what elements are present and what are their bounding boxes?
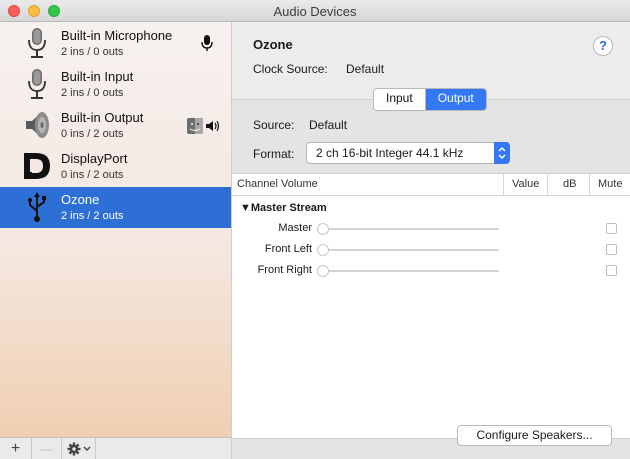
volume-slider-knob[interactable] <box>317 223 329 235</box>
device-name: Built-in Output <box>61 110 144 125</box>
finder-speaker-badge-icon <box>187 118 220 134</box>
device-list-toolbar: + — <box>0 437 232 459</box>
title-bar: Audio Devices <box>0 0 630 22</box>
device-channels: 2 ins / 0 outs <box>61 87 124 99</box>
column-db: dB <box>563 178 577 190</box>
window-title: Audio Devices <box>273 4 357 19</box>
clock-source-label: Clock Source: <box>253 62 328 76</box>
tab-input[interactable]: Input <box>374 89 426 110</box>
device-name: DisplayPort <box>61 151 128 166</box>
channel-label: Master <box>278 222 312 234</box>
device-item-displayport[interactable]: DisplayPort 0 ins / 2 outs <box>0 146 231 187</box>
format-popup[interactable]: 2 ch 16-bit Integer 44.1 kHz <box>306 142 510 164</box>
audio-devices-window: Audio Devices Built-in Microphone 2 ins … <box>0 0 630 459</box>
microphone-badge-icon <box>201 35 213 51</box>
configure-speakers-button[interactable]: Configure Speakers... <box>457 425 612 446</box>
device-actions-menu-button[interactable] <box>62 438 96 459</box>
master-stream-group[interactable]: ▼Master Stream <box>240 202 327 214</box>
speaker-icon <box>26 112 49 138</box>
device-channels: 0 ins / 2 outs <box>61 128 124 140</box>
volume-slider[interactable] <box>321 228 499 230</box>
mute-checkbox[interactable] <box>606 223 617 234</box>
device-detail-pane: Ozone ? Clock Source: Default Input Outp… <box>232 22 630 459</box>
device-item-ozone[interactable]: Ozone 2 ins / 2 outs <box>0 187 231 228</box>
plus-icon: + <box>10 439 21 457</box>
device-channels: 2 ins / 2 outs <box>61 210 124 222</box>
format-label: Format: <box>253 147 295 161</box>
displayport-icon <box>24 153 50 179</box>
column-mute: Mute <box>598 178 623 190</box>
help-button[interactable]: ? <box>593 36 613 56</box>
source-value: Default <box>309 118 348 132</box>
channel-label: Front Right <box>257 264 312 276</box>
volume-slider[interactable] <box>321 270 499 272</box>
microphone-icon <box>28 69 46 99</box>
mute-checkbox[interactable] <box>606 265 617 276</box>
tab-output[interactable]: Output <box>425 89 486 110</box>
clock-source-value: Default <box>346 62 385 76</box>
chevron-up-down-icon <box>498 146 506 160</box>
device-name: Built-in Input <box>61 69 134 84</box>
mute-checkbox[interactable] <box>606 244 617 255</box>
source-label: Source: <box>253 118 295 132</box>
column-value: Value <box>512 178 540 190</box>
column-channel-volume: Channel Volume <box>237 178 318 190</box>
channel-label: Front Left <box>264 243 312 255</box>
popup-arrows <box>494 142 510 164</box>
device-channels: 0 ins / 2 outs <box>61 169 124 181</box>
minus-icon: — <box>40 441 53 456</box>
format-value: 2 ch 16-bit Integer 44.1 kHz <box>316 146 464 160</box>
disclosure-triangle-icon: ▼ <box>240 202 251 214</box>
microphone-icon <box>28 28 46 58</box>
device-item-built-in-output[interactable]: Built-in Output 0 ins / 2 outs <box>0 105 231 146</box>
device-item-built-in-input[interactable]: Built-in Input 2 ins / 0 outs <box>0 64 231 105</box>
usb-icon <box>28 192 46 222</box>
device-title: Ozone <box>253 37 293 52</box>
gear-icon <box>67 442 90 455</box>
device-list: Built-in Microphone 2 ins / 0 outs Built… <box>0 22 232 437</box>
channel-volume-table: Channel Volume Value dB Mute ▼Master Str… <box>232 173 630 439</box>
volume-slider-knob[interactable] <box>317 244 329 256</box>
device-item-built-in-microphone[interactable]: Built-in Microphone 2 ins / 0 outs <box>0 23 231 64</box>
device-channels: 2 ins / 0 outs <box>61 46 124 58</box>
device-name: Built-in Microphone <box>61 28 173 43</box>
volume-slider[interactable] <box>321 249 499 251</box>
input-output-segmented-control: Input Output <box>373 88 487 111</box>
volume-slider-knob[interactable] <box>317 265 329 277</box>
table-header: Channel Volume Value dB Mute <box>232 174 630 196</box>
add-device-button[interactable]: + <box>0 438 32 459</box>
device-name: Ozone <box>61 192 100 207</box>
remove-device-button[interactable]: — <box>32 438 62 459</box>
